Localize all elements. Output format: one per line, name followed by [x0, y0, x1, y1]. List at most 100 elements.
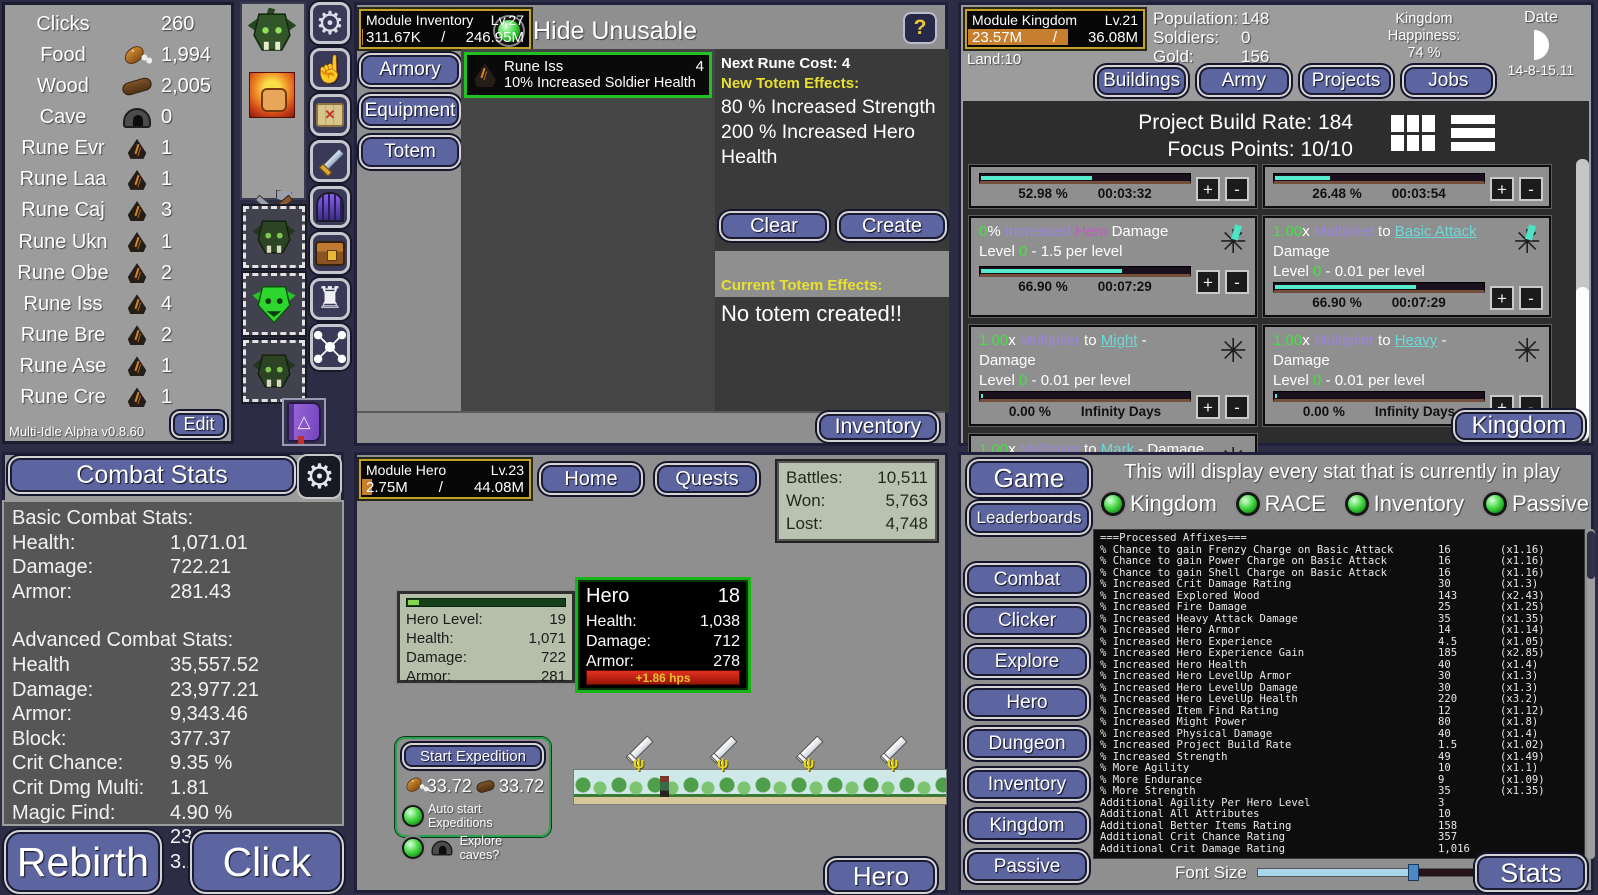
resource-value: 4 — [157, 293, 227, 316]
project-minus-button[interactable]: - — [1519, 177, 1543, 201]
inventory-chest-icon[interactable] — [310, 232, 350, 274]
project-progress-bar — [979, 173, 1191, 184]
grid-view-icon[interactable] — [1391, 115, 1435, 151]
start-expedition-button[interactable]: Start Expedition — [402, 743, 544, 769]
stats-scrollbar[interactable] — [1587, 529, 1595, 859]
stat-source-toggle[interactable] — [1483, 492, 1507, 516]
leaderboards-button[interactable]: Leaderboards — [967, 501, 1091, 535]
stats-scrollbar-thumb[interactable] — [1587, 531, 1595, 579]
stat-source-toggle[interactable] — [1101, 492, 1125, 516]
hero-footer-button[interactable]: Hero — [825, 858, 937, 894]
kingdom-tab[interactable]: Projects — [1300, 65, 1393, 97]
combat-stats-header-button[interactable]: Combat Stats — [8, 456, 296, 494]
kingdom-castle-icon[interactable]: ♜ — [310, 278, 350, 320]
focus-value: 10/10 — [1300, 138, 1353, 161]
focus-label: Focus Points: — [1167, 138, 1294, 161]
stats-nav-button[interactable]: Kingdom — [965, 809, 1089, 842]
combat-sword-icon[interactable] — [310, 140, 350, 182]
spellbook-icon[interactable]: △ — [282, 398, 326, 446]
inventory-tab[interactable]: Armory — [359, 53, 461, 87]
project-percent: 52.98 % — [1018, 186, 1068, 201]
project-plus-button[interactable]: + — [1490, 177, 1514, 201]
project-plus-button[interactable]: + — [1490, 286, 1514, 310]
hide-unusable-label: Hide Unusable — [533, 17, 697, 46]
skill-tree-icon[interactable] — [310, 324, 350, 370]
stat-row: % Increased Fire Damage25(x1.25) — [1100, 602, 1578, 614]
resource-label: Rune Evr — [9, 137, 117, 160]
edit-button[interactable]: Edit — [171, 411, 227, 438]
stats-nav-button[interactable]: Hero — [965, 686, 1089, 719]
dungeon-gate-icon[interactable] — [310, 186, 350, 228]
monster-card-1[interactable] — [243, 206, 305, 268]
kingdom-scrollbar[interactable] — [1576, 159, 1589, 441]
hero-tab[interactable]: Quests — [655, 463, 759, 495]
project-description: 1.00x Multiplier to Might - Damage Level… — [979, 331, 1249, 391]
explore-map-icon[interactable]: ✕ — [310, 94, 350, 136]
kingdom-tab[interactable]: Army — [1197, 65, 1290, 97]
inventory-tab[interactable]: Totem — [359, 135, 461, 169]
click-button[interactable]: Click — [190, 830, 344, 894]
inventory-footer-button[interactable]: Inventory — [817, 412, 939, 442]
resource-row: Rune Evr 1 — [9, 133, 227, 164]
inventory-item-rune-iss[interactable]: Rune Iss 4 10% Increased Soldier Health — [464, 52, 712, 98]
stat-source-toggle[interactable] — [1236, 492, 1260, 516]
auto-expedition-toggle[interactable] — [402, 805, 424, 827]
stats-footer-button[interactable]: Stats — [1475, 854, 1587, 892]
project-time: 00:07:29 — [1392, 295, 1446, 310]
stats-nav-button[interactable]: Passive — [965, 850, 1089, 883]
waypoint-marker: ψ — [887, 755, 898, 772]
stat-source-toggle[interactable] — [1345, 492, 1369, 516]
resource-label: Rune Bre — [9, 324, 117, 347]
hero-level-row: Health:1,071 — [406, 629, 566, 648]
inventory-tab[interactable]: Equipment — [359, 94, 461, 128]
help-button[interactable]: ? — [903, 12, 937, 44]
list-view-icon[interactable] — [1451, 115, 1495, 151]
stats-nav-button[interactable]: Combat — [965, 563, 1089, 596]
stats-nav-button[interactable]: Clicker — [965, 604, 1089, 637]
create-button[interactable]: Create — [837, 211, 947, 241]
settings-gear-icon[interactable]: ⚙ — [310, 2, 350, 44]
project-minus-button[interactable]: - — [1225, 395, 1249, 419]
new-totem-effects-header: New Totem Effects: — [721, 75, 859, 92]
kingdom-tab[interactable]: Buildings — [1095, 65, 1188, 97]
stat-row: % Increased Hero Experience Gain185(x2.8… — [1100, 648, 1578, 660]
hero-level-row: Damage:722 — [406, 648, 566, 667]
kingdom-tab[interactable]: Jobs — [1402, 65, 1495, 97]
hero-sprite — [660, 776, 669, 797]
monster-card-3[interactable] — [243, 340, 305, 402]
project-progress-bar — [1273, 173, 1485, 184]
hero-level-box: Hero Level:19Health:1,071Damage:722Armor… — [397, 591, 575, 683]
monster-card-2[interactable] — [243, 273, 305, 335]
stats-nav-button[interactable]: Explore — [965, 645, 1089, 678]
inventory-panel: Module InventoryLv.27 311.67K/246.95M Hi… — [354, 2, 948, 446]
stat-source-toggle-group: RACE — [1236, 491, 1326, 517]
stats-nav-button[interactable]: Dungeon — [965, 727, 1089, 760]
project-minus-button[interactable]: - — [1225, 270, 1249, 294]
project-plus-button[interactable]: + — [1196, 270, 1220, 294]
game-button[interactable]: Game — [967, 459, 1091, 497]
resource-row: Rune Caj 3 — [9, 195, 227, 226]
stats-title: This will display every stat that is cur… — [1095, 461, 1589, 484]
kingdom-footer-button[interactable]: Kingdom — [1453, 410, 1585, 442]
clicker-hand-icon[interactable]: ☝ — [310, 48, 350, 90]
font-size-slider[interactable] — [1257, 868, 1501, 877]
hero-tab[interactable]: Home — [539, 463, 643, 495]
power-fist-icon[interactable] — [249, 72, 295, 118]
resource-row: Rune Laa 1 — [9, 164, 227, 195]
explore-caves-label: Explore caves? — [460, 834, 544, 862]
item-count: 4 — [696, 58, 704, 75]
orc-menu-icon[interactable] — [246, 6, 298, 63]
version-label: Multi-Idle Alpha v0.8.60 — [9, 424, 144, 439]
font-size-slider-thumb[interactable] — [1408, 864, 1419, 881]
project-minus-button[interactable]: - — [1519, 286, 1543, 310]
rebirth-button[interactable]: Rebirth — [4, 830, 162, 894]
project-plus-button[interactable]: + — [1196, 395, 1220, 419]
combat-gear-button[interactable]: ⚙ — [297, 454, 342, 499]
project-plus-button[interactable]: + — [1196, 177, 1220, 201]
project-progress-bar — [1273, 391, 1485, 402]
explore-caves-toggle[interactable] — [402, 837, 424, 859]
totem-effect-line: 80 % Increased Strength — [721, 95, 945, 120]
project-minus-button[interactable]: - — [1225, 177, 1249, 201]
stats-nav-button[interactable]: Inventory — [965, 768, 1089, 801]
clear-button[interactable]: Clear — [719, 211, 829, 241]
